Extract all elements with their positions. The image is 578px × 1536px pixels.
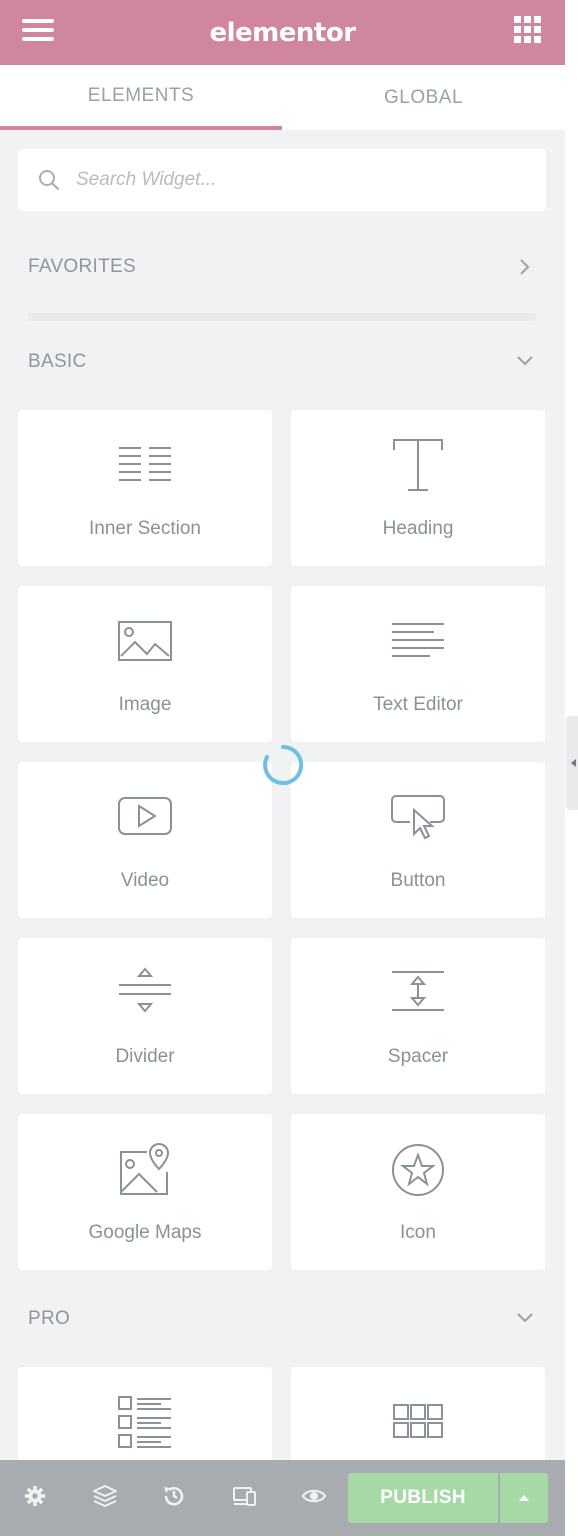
panel-header: elementor xyxy=(0,0,565,65)
widget-text-editor[interactable]: Text Editor xyxy=(291,586,545,742)
widget-spacer[interactable]: Spacer xyxy=(291,938,545,1094)
hamburger-menu-icon[interactable] xyxy=(22,19,54,45)
widget-label: Button xyxy=(390,870,446,891)
text-editor-icon xyxy=(392,623,444,657)
chevron-right-icon[interactable] xyxy=(518,258,532,276)
panel-tabs: ELEMENTS GLOBAL xyxy=(0,65,565,130)
history-icon[interactable] xyxy=(162,1484,186,1508)
widget-label: Google Maps xyxy=(88,1222,202,1243)
widget-label: Inner Section xyxy=(89,518,201,539)
widget-label: Spacer xyxy=(387,1046,449,1067)
image-icon xyxy=(118,621,172,661)
posts-icon xyxy=(118,1396,171,1448)
widget-label: Icon xyxy=(400,1222,436,1243)
loading-spinner-icon xyxy=(263,745,303,785)
widget-label: Image xyxy=(118,694,172,715)
spacer-icon xyxy=(392,971,444,1011)
preview-eye-icon[interactable] xyxy=(301,1484,327,1508)
chevron-down-icon[interactable] xyxy=(516,1311,534,1325)
tab-global[interactable]: GLOBAL xyxy=(282,65,565,130)
widget-icon[interactable]: Icon xyxy=(291,1114,545,1270)
widget-portfolio[interactable] xyxy=(291,1367,545,1467)
widget-label: Heading xyxy=(382,518,454,539)
widget-button[interactable]: Button xyxy=(291,762,545,918)
search-icon xyxy=(39,170,59,190)
caret-up-icon xyxy=(519,1495,529,1501)
widgets-grid-icon[interactable] xyxy=(514,16,541,43)
widget-inner-section[interactable]: Inner Section xyxy=(18,410,272,566)
elementor-panel: elementor ELEMENTS GLOBAL FAVORITES BASI… xyxy=(0,0,565,1536)
widget-image[interactable]: Image xyxy=(18,586,272,742)
chevron-down-icon[interactable] xyxy=(516,354,534,368)
widget-label: Text Editor xyxy=(373,694,463,715)
search-widget-input[interactable] xyxy=(74,157,528,203)
category-basic-title[interactable]: BASIC xyxy=(28,351,87,373)
portfolio-icon xyxy=(393,1404,443,1438)
collapse-panel-toggle[interactable] xyxy=(566,716,578,810)
widget-video[interactable]: Video xyxy=(18,762,272,918)
category-favorites-title[interactable]: FAVORITES xyxy=(28,256,136,278)
widget-posts[interactable] xyxy=(18,1367,272,1467)
category-pro-title[interactable]: PRO xyxy=(28,1308,70,1330)
search-box xyxy=(18,149,546,211)
widget-heading[interactable]: Heading xyxy=(291,410,545,566)
video-icon xyxy=(118,797,172,835)
tab-elements[interactable]: ELEMENTS xyxy=(0,65,282,130)
publish-options-button[interactable] xyxy=(500,1473,548,1523)
widget-divider[interactable]: Divider xyxy=(18,938,272,1094)
heading-icon xyxy=(393,439,443,491)
widget-label: Video xyxy=(120,870,170,891)
publish-button[interactable]: PUBLISH xyxy=(348,1473,498,1523)
divider-icon xyxy=(119,967,171,1013)
caret-left-icon xyxy=(571,759,576,767)
elementor-logo: elementor xyxy=(209,17,356,48)
navigator-layers-icon[interactable] xyxy=(92,1484,118,1508)
button-icon xyxy=(391,795,445,840)
category-separator xyxy=(28,313,536,321)
star-icon xyxy=(392,1144,444,1196)
widget-google-maps[interactable]: Google Maps xyxy=(18,1114,272,1270)
settings-gear-icon[interactable] xyxy=(24,1484,46,1508)
inner-section-icon xyxy=(119,447,171,481)
google-maps-icon xyxy=(120,1142,170,1195)
responsive-mode-icon[interactable] xyxy=(232,1484,258,1508)
widget-label: Divider xyxy=(115,1046,175,1067)
